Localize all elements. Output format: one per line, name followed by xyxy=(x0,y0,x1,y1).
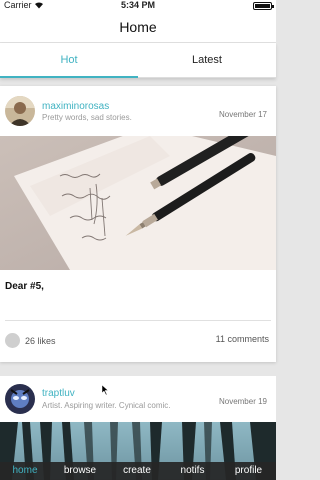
nav-browse[interactable]: browse xyxy=(50,462,110,480)
status-bar: Carrier 5:34 PM xyxy=(0,0,276,11)
tab-latest[interactable]: Latest xyxy=(138,43,276,78)
likes-count: 26 likes xyxy=(25,336,56,346)
nav-profile[interactable]: profile xyxy=(221,462,276,480)
comments-count[interactable]: 11 comments xyxy=(216,334,269,344)
page-title: Home xyxy=(119,19,157,35)
feed-tabs: Hot Latest xyxy=(0,43,276,78)
avatar[interactable] xyxy=(5,96,35,126)
nav-home[interactable]: home xyxy=(0,462,50,480)
status-time: 5:34 PM xyxy=(120,0,155,10)
post-title[interactable]: Dear #5, xyxy=(5,281,44,292)
avatar[interactable] xyxy=(5,384,35,414)
nav-notifs[interactable]: notifs xyxy=(164,462,221,480)
author-bio: Pretty words, sad stories. xyxy=(42,113,132,122)
like-icon[interactable] xyxy=(5,333,20,348)
post-card[interactable]: maximinorosas Pretty words, sad stories.… xyxy=(0,86,276,362)
tab-hot[interactable]: Hot xyxy=(0,43,138,78)
post-date: November 19 xyxy=(218,397,267,406)
post-author[interactable]: maximinorosas xyxy=(42,101,109,112)
nav-bar: Home xyxy=(0,11,276,43)
post-date: November 17 xyxy=(218,110,267,119)
post-author[interactable]: traptluv xyxy=(42,388,75,399)
author-bio: Artist. Aspiring writer. Cynical comic. xyxy=(42,401,171,410)
post-image-letter-and-pen[interactable] xyxy=(0,136,276,270)
post-divider xyxy=(5,320,271,321)
mouse-cursor-icon xyxy=(101,382,109,400)
bottom-navigation: home browse create notifs profile xyxy=(0,462,276,480)
battery-icon xyxy=(253,2,274,10)
nav-create[interactable]: create xyxy=(110,462,164,480)
